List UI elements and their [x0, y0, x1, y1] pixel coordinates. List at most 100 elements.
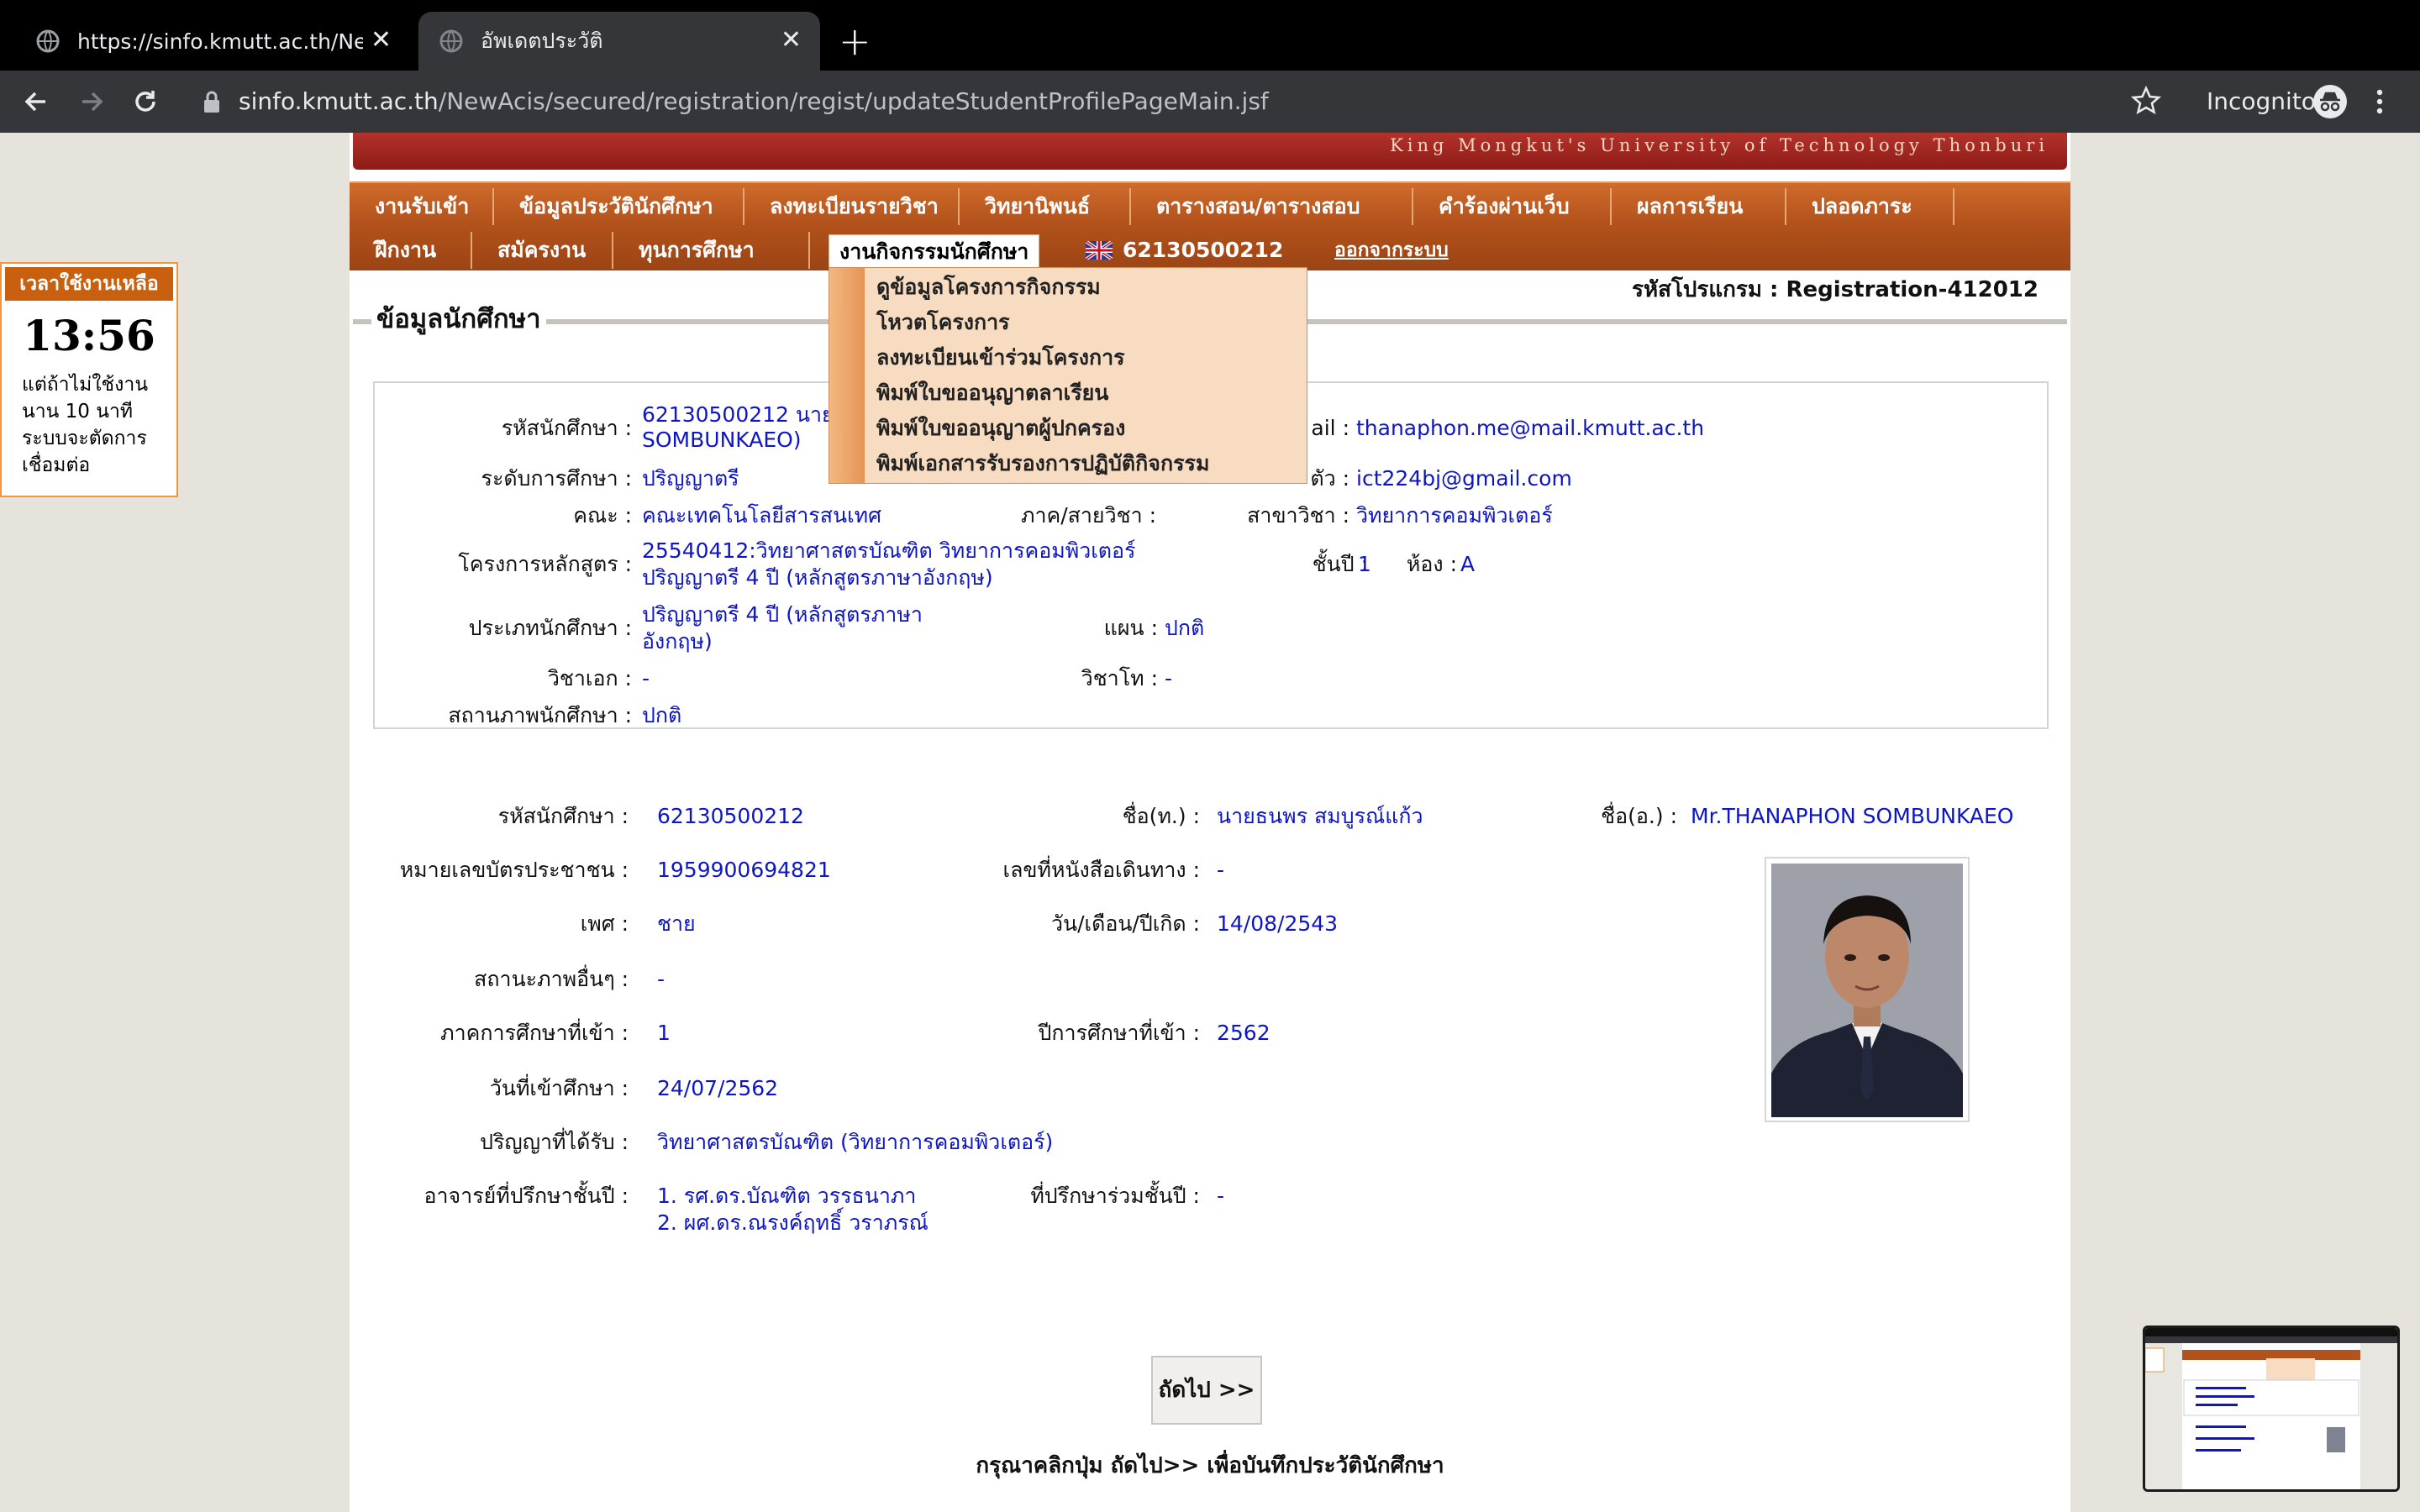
globe-icon — [439, 29, 463, 53]
summary-curriculum-value: 25540412:วิทยาศาสตรบัณฑิต วิทยาการคอมพิว… — [642, 538, 1136, 563]
url-host: sinfo.kmutt.ac.th — [239, 87, 439, 115]
menu-grades[interactable]: ผลการเรียน — [1612, 188, 1786, 225]
summary-room-value: A — [1460, 552, 1476, 576]
next-button[interactable]: ถัดไป >> — [1151, 1356, 1262, 1425]
lock-icon[interactable] — [202, 90, 222, 115]
dropdown-item-vote-projects[interactable]: โหวตโครงการ — [876, 305, 1010, 340]
detail-name-en-label: ชื่อ(อ.) : — [1601, 804, 1677, 828]
dropdown-item-view-projects[interactable]: ดูข้อมูลโครงการกิจกรรม — [876, 270, 1101, 305]
detail-entry-semester-value: 1 — [657, 1021, 671, 1045]
dropdown-item-print-leave-form[interactable]: พิมพ์ใบขออนุญาตลาเรียน — [876, 375, 1108, 411]
detail-advisor-label: อาจารย์ที่ปรึกษาชั้นปี : — [424, 1184, 629, 1208]
summary-student-id-label: รหัสนักศึกษา : — [501, 416, 632, 440]
close-tab-icon[interactable]: ✕ — [371, 28, 392, 53]
summary-level-value: ปริญญาตรี — [642, 466, 739, 491]
detail-name-th-label: ชื่อ(ท.) : — [1122, 804, 1200, 828]
detail-name-th-value: นายธนพร สมบูรณ์แก้ว — [1217, 804, 1423, 828]
detail-dob-value: 14/08/2543 — [1217, 911, 1339, 936]
timer-header: เวลาใช้งานเหลือ — [5, 267, 173, 301]
detail-student-id-label: รหัสนักศึกษา : — [497, 804, 629, 828]
browser-tab-2[interactable]: อัพเดตประวัติ ✕ — [418, 12, 820, 71]
back-arrow-icon[interactable] — [20, 86, 52, 118]
summary-status-label: สถานภาพนักศึกษา : — [448, 703, 632, 727]
summary-curriculum-value-2: ปริญญาตรี 4 ปี (หลักสูตรภาษาอังกฤษ) — [642, 565, 993, 590]
detail-entry-year-value: 2562 — [1217, 1021, 1270, 1045]
detail-other-status-label: สถานะภาพอื่นๆ : — [474, 967, 629, 991]
new-tab-icon[interactable]: + — [839, 20, 871, 62]
address-bar[interactable]: sinfo.kmutt.ac.th/NewAcis/secured/regist… — [239, 86, 1269, 118]
summary-major-label: สาขาวิชา : — [1247, 503, 1349, 528]
detail-dob-label: วัน/เดือน/ปีเกิด : — [1050, 911, 1200, 936]
browser-toolbar: sinfo.kmutt.ac.th/NewAcis/secured/regist… — [0, 71, 2420, 133]
browser-tab-1[interactable]: https://sinfo.kmutt.ac.th/NewAcis ✕ — [15, 12, 410, 71]
detail-student-id-value: 62130500212 — [657, 804, 804, 828]
summary-curriculum-label: โครงการหลักสูตร : — [458, 552, 632, 576]
incognito-icon[interactable] — [2312, 84, 2348, 119]
detail-advisor-2: 2. ผศ.ดร.ณรงค์ฤทธิ์ วราภรณ์ — [657, 1210, 929, 1235]
student-photo — [1771, 864, 1963, 1117]
menu-job-application[interactable]: สมัครงาน — [472, 232, 613, 269]
summary-faculty-value: คณะเทคโนโลยีสารสนเทศ — [642, 503, 881, 528]
web-page: King Mongkut's University of Technology … — [0, 133, 2420, 1512]
session-timer-widget: เวลาใช้งานเหลือ 13:56 แต่ถ้าไม่ใช้งานนาน… — [0, 262, 178, 497]
english-flag-icon[interactable] — [1086, 241, 1113, 260]
browser-menu-icon[interactable] — [2371, 86, 2388, 118]
dropdown-item-print-parent-form[interactable]: พิมพ์ใบขออนุญาตผู้ปกครอง — [876, 411, 1125, 446]
summary-type-value: ปริญญาตรี 4 ปี (หลักสูตรภาษา — [642, 602, 923, 627]
menu-timetable[interactable]: ตารางสอน/ตารางสอบ — [1131, 188, 1413, 225]
summary-email-label: ail : — [1311, 416, 1349, 440]
summary-faculty-label: คณะ : — [573, 503, 632, 528]
forward-arrow-icon[interactable] — [76, 86, 108, 118]
summary-type-label: ประเภทนักศึกษา : — [468, 616, 632, 640]
student-photo-frame — [1765, 857, 1970, 1122]
logged-in-student-id: 62130500212 — [1123, 238, 1284, 262]
detail-co-advisor-label: ที่ปรึกษาร่วมชั้นปี : — [1030, 1184, 1200, 1208]
summary-personal-email-value: ict224bj@gmail.com — [1356, 466, 1572, 491]
timer-countdown: 13:56 — [23, 311, 155, 360]
detail-citizen-id-value: 1959900694821 — [657, 858, 831, 882]
bookmark-star-icon[interactable] — [2129, 84, 2163, 118]
menu-student-profile[interactable]: ข้อมูลประวัตินักศึกษา — [494, 188, 744, 225]
detail-other-status-value: - — [657, 967, 666, 991]
student-portrait-image — [1771, 864, 1963, 1117]
student-activities-dropdown: ดูข้อมูลโครงการกิจกรรม โหวตโครงการ ลงทะเ… — [829, 267, 1307, 484]
summary-department-label: ภาค/สายวิชา : — [1020, 503, 1156, 528]
detail-entry-date-label: วันที่เข้าศึกษา : — [489, 1076, 629, 1100]
browser-tab-strip: https://sinfo.kmutt.ac.th/NewAcis ✕ อัพเ… — [0, 0, 2420, 71]
tab-title: อัพเดตประวัติ — [481, 29, 603, 53]
detail-passport-label: เลขที่หนังสือเดินทาง : — [1002, 858, 1200, 882]
summary-status-value: ปกติ — [642, 703, 682, 727]
summary-student-id-value: 62130500212 นายธ — [642, 402, 847, 427]
summary-type-value-2: อังกฤษ) — [642, 629, 713, 654]
logout-link[interactable]: ออกจากระบบ — [1334, 232, 1449, 269]
incognito-label: Incognito — [2207, 87, 2316, 115]
detail-passport-value: - — [1217, 858, 1225, 882]
program-code: รหัสโปรแกรม : Registration-412012 — [1631, 277, 2039, 302]
summary-plan-value: ปกติ — [1165, 616, 1205, 640]
menu-web-requests[interactable]: คำร้องผ่านเว็บ — [1413, 188, 1612, 225]
detail-name-en-value: Mr.THANAPHON SOMBUNKAEO — [1691, 804, 2014, 828]
menu-admission[interactable]: งานรับเข้า — [350, 188, 494, 225]
dropdown-strip — [829, 268, 865, 483]
menu-clearance[interactable]: ปลอดภาระ — [1786, 188, 1954, 225]
detail-citizen-id-label: หมายเลขบัตรประชาชน : — [399, 858, 629, 882]
close-tab-icon[interactable]: ✕ — [781, 28, 802, 53]
summary-student-id-value-2: SOMBUNKAEO) — [642, 428, 802, 452]
menu-scholarship[interactable]: ทุนการศึกษา — [613, 232, 810, 269]
summary-minor-subject-value: - — [1165, 666, 1173, 690]
screenshot-thumbnail[interactable] — [2143, 1326, 2400, 1492]
summary-room-label: ห้อง : — [1406, 552, 1457, 576]
url-path: /NewAcis/secured/registration/regist/upd… — [438, 87, 1269, 115]
tab-title: https://sinfo.kmutt.ac.th/NewAcis — [77, 29, 363, 54]
menu-thesis[interactable]: วิทยานิพนธ์ — [960, 188, 1131, 225]
detail-degree-value: วิทยาศาสตรบัณฑิต (วิทยาการคอมพิวเตอร์) — [657, 1130, 1054, 1154]
menu-internship[interactable]: ฝึกงาน — [350, 232, 472, 269]
detail-gender-label: เพศ : — [580, 911, 629, 936]
summary-major-subject-label: วิชาเอก : — [547, 666, 632, 690]
reload-icon[interactable] — [129, 86, 161, 118]
dropdown-item-register-project[interactable]: ลงทะเบียนเข้าร่วมโครงการ — [876, 340, 1125, 375]
summary-plan-label: แผน : — [1103, 616, 1158, 640]
menu-course-registration[interactable]: ลงทะเบียนรายวิชา — [744, 188, 960, 225]
dropdown-item-print-activity-certificate[interactable]: พิมพ์เอกสารรับรองการปฏิบัติกิจกรรม — [876, 446, 1209, 481]
menu-student-activities[interactable]: งานกิจกรรมนักศึกษา — [829, 234, 1040, 268]
